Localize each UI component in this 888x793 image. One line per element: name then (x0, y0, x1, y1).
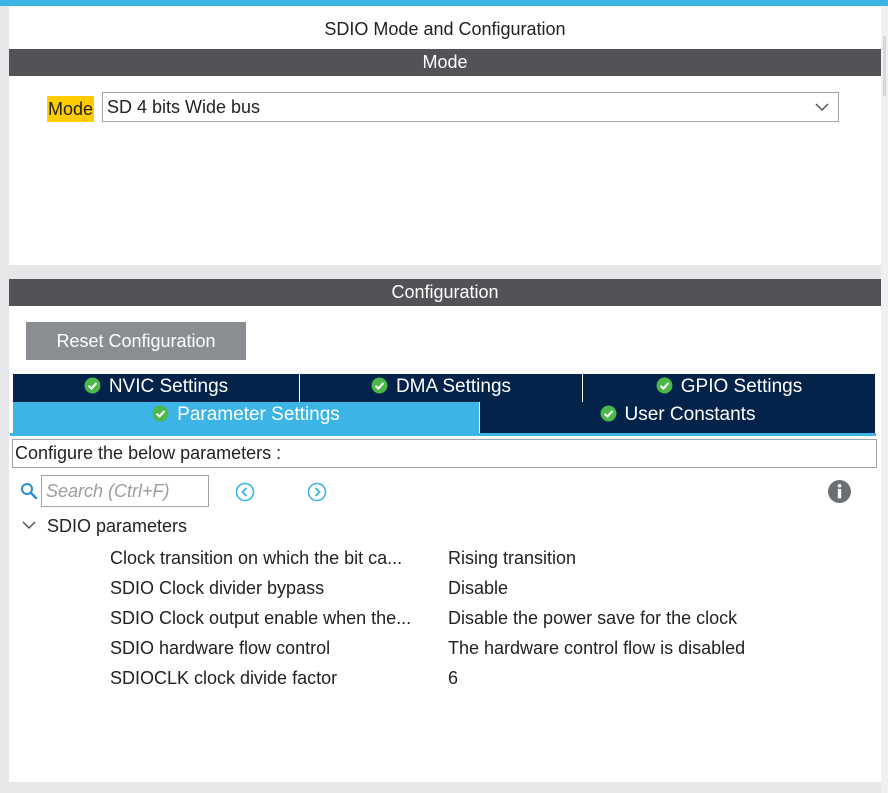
mode-section-header: Mode (9, 49, 881, 76)
configuration-area: Reset Configuration NVIC Settings DMA Se… (9, 306, 881, 782)
parameter-row[interactable]: SDIO Clock output enable when the... Dis… (9, 606, 879, 636)
configuration-section-header: Configuration (9, 279, 881, 306)
tabs-underline (10, 433, 876, 436)
tab-label: GPIO Settings (680, 376, 803, 397)
parameter-row[interactable]: Clock transition on which the bit ca... … (9, 546, 879, 576)
configure-info-text: Configure the below parameters : (12, 439, 877, 468)
parameter-value[interactable]: Rising transition (448, 548, 576, 569)
mode-label: Mode (47, 96, 95, 122)
parameter-name: SDIO Clock output enable when the... (110, 608, 412, 628)
search-icon[interactable] (20, 482, 38, 500)
tab-label: NVIC Settings (108, 376, 229, 397)
right-scrollbar[interactable] (881, 6, 888, 793)
parameter-row[interactable]: SDIOCLK clock divide factor 6 (9, 666, 879, 696)
tab-label: Parameter Settings (177, 404, 340, 425)
next-match-icon[interactable] (307, 482, 327, 502)
parameter-row[interactable]: SDIO Clock divider bypass Disable (9, 576, 879, 606)
check-circle-icon (84, 377, 101, 394)
check-circle-icon (656, 377, 673, 394)
parameter-name: SDIO Clock divider bypass (110, 578, 325, 598)
info-icon[interactable] (827, 479, 852, 504)
tab-gpio-settings[interactable]: GPIO Settings (583, 374, 875, 402)
reset-configuration-button[interactable]: Reset Configuration (26, 322, 246, 360)
scrollbar-thumb[interactable] (883, 36, 886, 96)
mode-select-value: SD 4 bits Wide bus (107, 97, 261, 117)
tab-label: User Constants (624, 404, 756, 425)
check-circle-icon (152, 405, 169, 422)
parameter-row[interactable]: SDIO hardware flow control The hardware … (9, 636, 879, 666)
mode-area: Mode SD 4 bits Wide bus (9, 76, 881, 265)
parameter-name: Clock transition on which the bit ca... (110, 548, 403, 568)
check-circle-icon (371, 377, 388, 394)
mode-select[interactable]: SD 4 bits Wide bus (102, 92, 839, 122)
tab-label: DMA Settings (395, 376, 512, 397)
panel-title-area: SDIO Mode and Configuration (9, 6, 881, 49)
parameter-value[interactable]: 6 (448, 668, 458, 689)
tab-parameter-settings[interactable]: Parameter Settings (13, 402, 479, 433)
parameter-value[interactable]: The hardware control flow is disabled (448, 638, 745, 659)
search-input[interactable] (41, 475, 209, 507)
tab-user-constants[interactable]: User Constants (480, 402, 875, 433)
tab-nvic-settings[interactable]: NVIC Settings (13, 374, 299, 402)
check-circle-icon (600, 405, 616, 422)
parameter-name: SDIOCLK clock divide factor (110, 668, 338, 688)
tab-dma-settings[interactable]: DMA Settings (300, 374, 582, 402)
parameter-value[interactable]: Disable (448, 578, 508, 599)
parameter-name: SDIO hardware flow control (110, 638, 331, 658)
chevron-down-icon (815, 103, 829, 112)
sdio-parameters-group[interactable]: SDIO parameters (21, 516, 187, 540)
group-label: SDIO parameters (47, 516, 188, 536)
chevron-down-icon[interactable] (21, 517, 37, 533)
panel-title: SDIO Mode and Configuration (324, 19, 566, 39)
previous-match-icon[interactable] (235, 482, 255, 502)
parameter-value[interactable]: Disable the power save for the clock (448, 608, 737, 629)
